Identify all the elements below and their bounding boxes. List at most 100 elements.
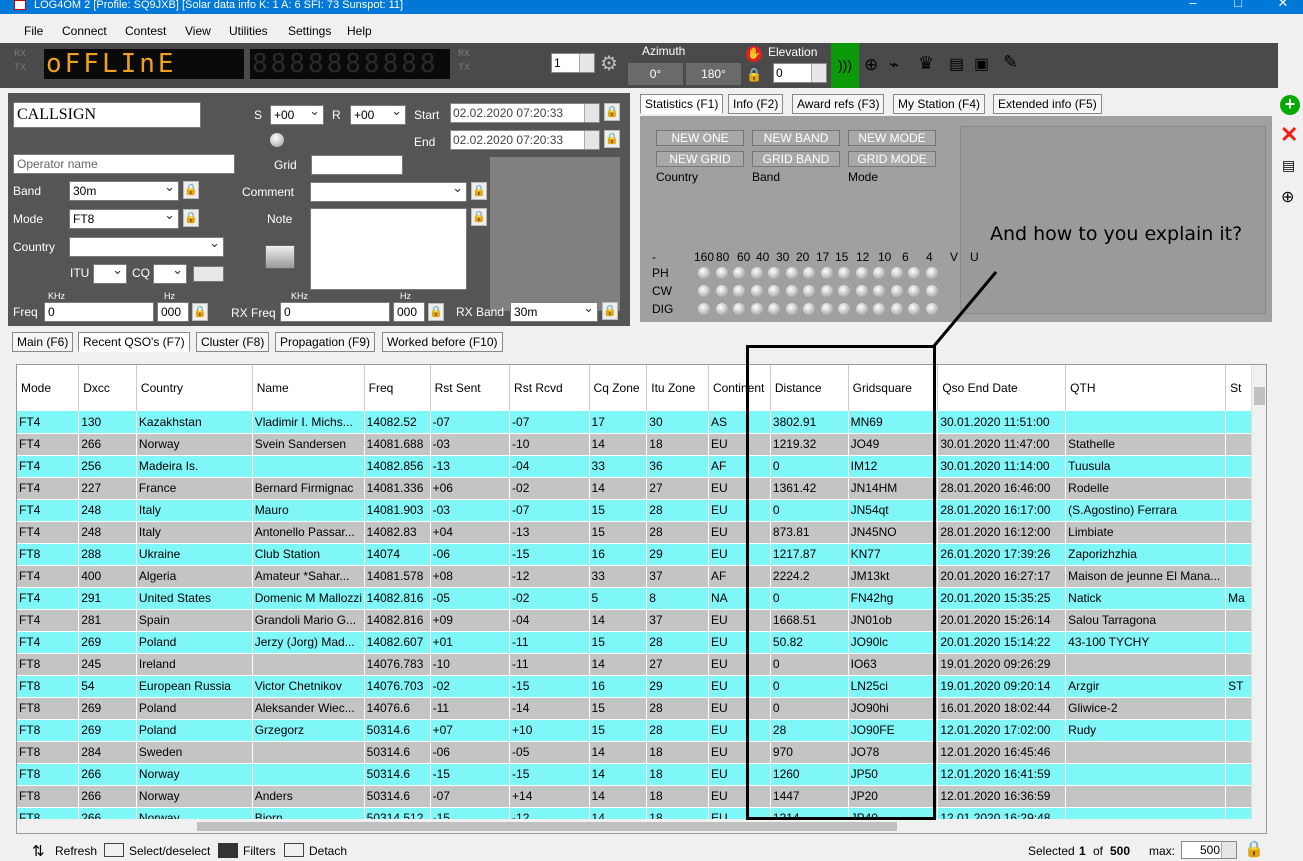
filter-icon[interactable] — [218, 843, 238, 858]
end-datetime[interactable]: 02.02.2020 07:20:33 — [450, 130, 600, 150]
tab-cluster[interactable]: Cluster (F8) — [196, 332, 270, 352]
start-lock-icon[interactable]: 🔒 — [604, 103, 620, 121]
comment-lock-icon[interactable]: 🔒 — [471, 182, 487, 200]
radio-selector[interactable]: 1 — [551, 53, 595, 73]
column-header[interactable]: Freq — [364, 365, 431, 411]
azimuth-left[interactable]: 0° — [628, 63, 683, 85]
table-row[interactable]: FT4 400 Algeria Amateur *Sahar... 14081.578 +… — [17, 565, 1266, 588]
tab-recent-qsos[interactable]: Recent QSO's (F7) — [78, 332, 190, 352]
refresh-button[interactable]: Refresh — [55, 844, 97, 858]
table-row[interactable]: FT4 269 Poland Jerzy (Jorg) Mad... 14082.607… — [17, 631, 1266, 654]
rst-rcvd-select[interactable]: +00 — [350, 105, 406, 125]
table-row[interactable]: FT8 266 Norway 50314.6 -15 -15 14 18 EU 1260 JP50 1… — [17, 763, 1266, 786]
max-input[interactable]: 500 — [1181, 841, 1237, 859]
connection-icon[interactable]: ))) — [831, 43, 859, 88]
antenna-icon[interactable]: ⌁ — [889, 55, 899, 75]
azimuth-right[interactable]: 180° — [686, 63, 741, 85]
country-select[interactable] — [69, 237, 224, 257]
tab-my-station[interactable]: My Station (F4) — [893, 94, 986, 114]
tab-main[interactable]: Main (F6) — [12, 332, 74, 352]
table-row[interactable]: FT8 269 Poland Aleksander Wiec... 14076.6 -11… — [17, 697, 1266, 720]
cq-select[interactable] — [153, 264, 187, 284]
freq-input[interactable]: 0 — [44, 302, 154, 322]
rxfreq-hz-input[interactable]: 000 — [393, 302, 425, 322]
rxband-select[interactable]: 30m — [510, 302, 598, 322]
mode-lock-icon[interactable]: 🔒 — [183, 209, 199, 227]
minimize-button[interactable]: – — [1183, 0, 1203, 9]
start-datetime[interactable]: 02.02.2020 07:20:33 — [450, 103, 600, 123]
column-header[interactable]: Itu Zone — [646, 365, 709, 411]
tab-extended-info[interactable]: Extended info (F5) — [993, 94, 1102, 114]
close-button[interactable]: ✕ — [1273, 0, 1293, 9]
menu-file[interactable]: File — [24, 24, 43, 38]
menu-settings[interactable]: Settings — [288, 24, 331, 38]
radio-icon[interactable]: ▣ — [974, 54, 989, 74]
tab-info[interactable]: Info (F2) — [728, 94, 784, 114]
rxfreq-lock-icon[interactable]: 🔒 — [428, 303, 444, 321]
end-lock-icon[interactable]: 🔒 — [604, 130, 620, 148]
mode-select[interactable]: FT8 — [69, 209, 179, 229]
table-row[interactable]: FT4 248 Italy Antonello Passar... 14082.83 +0… — [17, 521, 1266, 544]
maximize-button[interactable]: □ — [1228, 0, 1248, 9]
column-header[interactable]: Mode — [17, 365, 80, 411]
select-deselect-button[interactable]: Select/deselect — [129, 844, 210, 858]
stop-hand-icon[interactable]: ✋ — [746, 46, 762, 62]
horizontal-scrollbar[interactable] — [17, 819, 1266, 833]
table-row[interactable]: FT4 130 Kazakhstan Vladimir I. Michs... 1408… — [17, 411, 1266, 434]
add-icon[interactable]: + — [1280, 95, 1300, 115]
menu-utilities[interactable]: Utilities — [229, 24, 268, 38]
callsign-input[interactable]: CALLSIGN — [13, 102, 201, 128]
table-row[interactable]: FT4 281 Spain Grandoli Mario G... 14082.816 +… — [17, 609, 1266, 632]
table-row[interactable]: FT8 288 Ukraine Club Station 14074 -06 -15 16 29… — [17, 543, 1266, 566]
comment-input[interactable] — [310, 182, 467, 202]
select-icon[interactable] — [104, 843, 124, 857]
tab-statistics[interactable]: Statistics (F1) — [640, 94, 724, 114]
table-row[interactable]: FT8 245 Ireland 14076.783 -10 -11 14 27 EU 0 IO63 1… — [17, 653, 1266, 676]
menu-view[interactable]: View — [185, 24, 211, 38]
rst-sent-select[interactable]: +00 — [270, 105, 324, 125]
world-icon[interactable]: ⊕ — [1281, 187, 1294, 207]
operator-name-input[interactable]: Operator name — [13, 154, 235, 174]
menu-connect[interactable]: Connect — [62, 24, 107, 38]
table-row[interactable]: FT8 54 European Russia Victor Chetnikov 1407… — [17, 675, 1266, 698]
table-row[interactable]: FT4 266 Norway Svein Sandersen 14081.688 -03-… — [17, 433, 1266, 456]
note-lock-icon[interactable]: 🔒 — [471, 208, 487, 226]
pen-icon[interactable]: ✎ — [1003, 52, 1018, 73]
lock-icon[interactable]: 🔒 — [746, 67, 762, 83]
max-lock-icon[interactable]: 🔒 — [1244, 839, 1264, 859]
column-header[interactable]: Country — [136, 365, 253, 411]
column-header[interactable]: Rst Rcvd — [509, 365, 590, 411]
tab-worked-before[interactable]: Worked before (F10) — [382, 332, 503, 352]
column-header[interactable]: Name — [252, 365, 365, 411]
table-row[interactable]: FT8 269 Poland Grzegorz 50314.6 +07 +10 15 28 EU 2… — [17, 719, 1266, 742]
detach-button[interactable]: Detach — [309, 844, 347, 858]
tab-propagation[interactable]: Propagation (F9) — [275, 332, 376, 352]
column-header[interactable]: Cq Zone — [589, 365, 648, 411]
rxfreq-input[interactable]: 0 — [280, 302, 390, 322]
table-row[interactable]: FT4 256 Madeira Is. 14082.856 -13 -04 33 36 AF 0 I… — [17, 455, 1266, 478]
freq-lock-icon[interactable]: 🔒 — [192, 303, 208, 321]
server-icon[interactable]: ▤ — [949, 54, 964, 74]
vertical-scroll-thumb[interactable] — [1254, 387, 1265, 405]
horizontal-scroll-thumb[interactable] — [197, 822, 897, 831]
crown-icon[interactable]: ♛ — [918, 53, 934, 74]
tab-award-refs[interactable]: Award refs (F3) — [792, 94, 885, 114]
menu-help[interactable]: Help — [347, 24, 372, 38]
freq-hz-input[interactable]: 000 — [157, 302, 189, 322]
table-row[interactable]: FT4 227 France Bernard Firmignac 14081.336 +0… — [17, 477, 1266, 500]
filters-button[interactable]: Filters — [243, 844, 276, 858]
detach-icon[interactable] — [284, 843, 304, 857]
itu-select[interactable] — [93, 264, 127, 284]
table-row[interactable]: FT4 291 United States Domenic M Mallozzi 140… — [17, 587, 1266, 610]
windows-icon[interactable]: ▤ — [1282, 157, 1295, 174]
column-header[interactable]: Dxcc — [78, 365, 137, 411]
menu-contest[interactable]: Contest — [125, 24, 166, 38]
band-lock-icon[interactable]: 🔒 — [183, 181, 199, 199]
delete-icon[interactable]: ✕ — [1280, 124, 1298, 146]
table-row[interactable]: FT8 266 Norway Anders 50314.6 -07 +14 14 18 EU 144… — [17, 785, 1266, 808]
note-textarea[interactable] — [310, 208, 467, 290]
rxband-lock-icon[interactable]: 🔒 — [602, 302, 618, 320]
column-header[interactable]: Qso End Date — [937, 365, 1067, 411]
elevation-input[interactable]: 0 — [773, 63, 827, 83]
band-select[interactable]: 30m — [69, 181, 179, 201]
